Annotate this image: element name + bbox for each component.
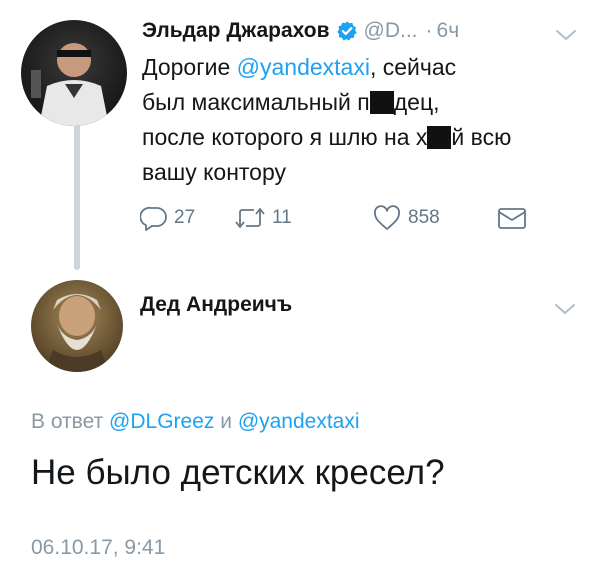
- mention-link[interactable]: @DLGreez: [109, 410, 214, 433]
- tweet-text-line-2: был максимальный п дец,: [142, 89, 440, 115]
- mention-link[interactable]: @yandextaxi: [237, 54, 370, 80]
- tweet-text: Дорогие @yandextaxi, сейчас был максимал…: [142, 50, 587, 190]
- tweet-time[interactable]: 6ч: [437, 19, 460, 43]
- reply-context: В ответ @DLGreez и @yandextaxi: [31, 410, 360, 433]
- author-handle[interactable]: @D...: [364, 19, 418, 43]
- like-count: 858: [408, 207, 440, 228]
- like-icon: [374, 205, 400, 230]
- like-button[interactable]: 858: [372, 204, 440, 232]
- direct-message-icon: [498, 208, 526, 229]
- censor-block: [427, 126, 452, 149]
- chevron-down-icon[interactable]: [554, 302, 576, 316]
- retweet-icon: [235, 208, 265, 228]
- author-avatar[interactable]: [21, 20, 127, 126]
- direct-message-button[interactable]: [496, 204, 528, 232]
- author-name[interactable]: Эльдар Джарахов: [142, 19, 330, 43]
- reply-timestamp[interactable]: 06.10.17, 9:41: [31, 536, 165, 560]
- tweet-header: Эльдар Джарахов @D... · 6ч: [142, 14, 459, 48]
- chevron-down-icon[interactable]: [555, 28, 577, 42]
- avatar-portrait-image: [31, 43, 109, 126]
- reply-icon: [140, 206, 167, 231]
- reply-author-avatar[interactable]: [31, 280, 123, 372]
- mention-link[interactable]: @yandextaxi: [238, 410, 360, 433]
- retweet-count: 11: [272, 207, 292, 228]
- verified-badge-icon: [336, 21, 357, 41]
- tweet-text-line-3: после которого я шлю на хй всю: [142, 124, 512, 150]
- separator-dot: ·: [425, 19, 433, 42]
- tweet-text-line-4: вашу контору: [142, 159, 287, 185]
- avatar-portrait-image: [45, 294, 109, 372]
- reply-author-name[interactable]: Дед Андреичъ: [140, 293, 292, 317]
- censor-block: [369, 91, 394, 114]
- tweet-actions: 27 11 858: [140, 204, 560, 232]
- retweet-button[interactable]: 11: [234, 204, 292, 232]
- reply-count: 27: [174, 207, 196, 228]
- reply-button[interactable]: 27: [140, 204, 195, 232]
- reply-tweet-text: Не было детских кресел?: [31, 453, 445, 492]
- tweet-text-line-1: Дорогие @yandextaxi, сейчас: [142, 54, 457, 80]
